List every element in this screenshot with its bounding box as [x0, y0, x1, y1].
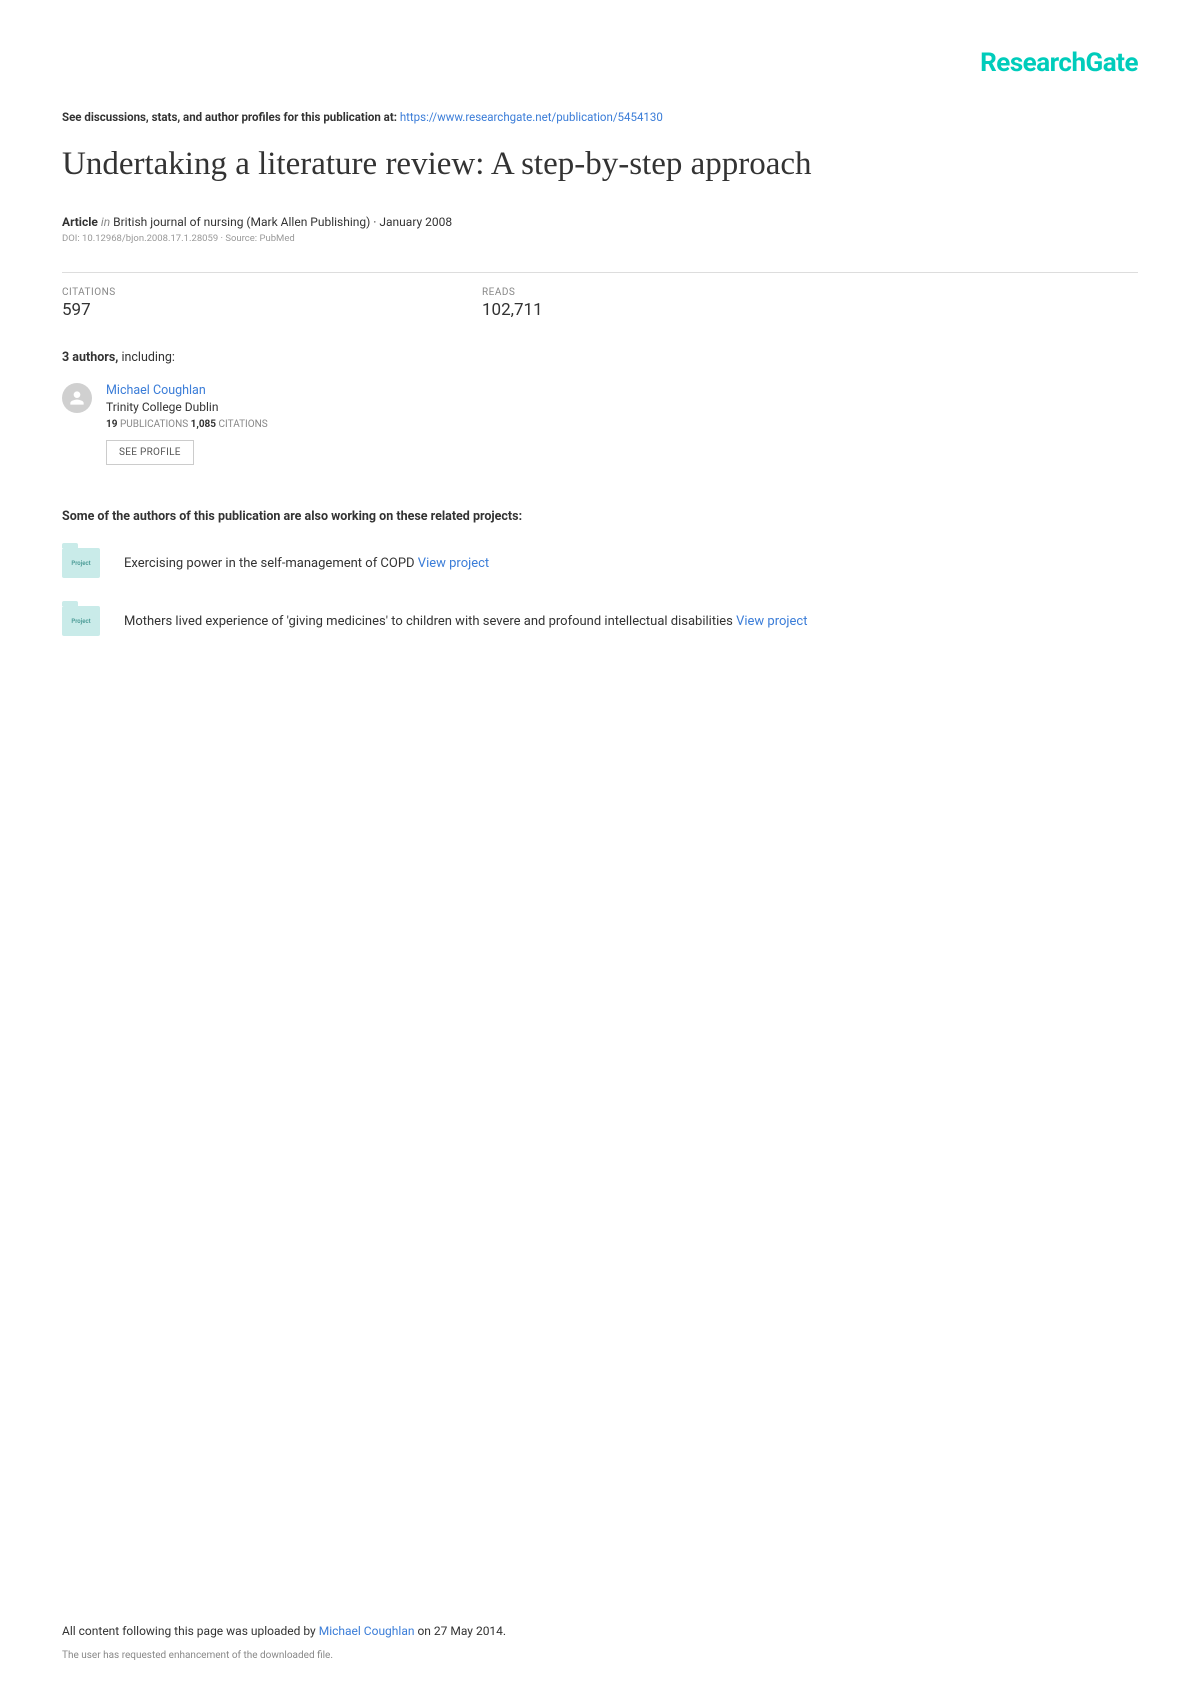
article-type: Article [62, 215, 98, 229]
author-details: Michael Coughlan Trinity College Dublin … [106, 383, 268, 465]
author-name-link[interactable]: Michael Coughlan [106, 383, 268, 398]
publications-label: PUBLICATIONS [117, 419, 190, 430]
reads-label: READS [482, 287, 902, 298]
citations-block: CITATIONS 597 [62, 287, 482, 320]
page-content: See discussions, stats, and author profi… [0, 0, 1200, 636]
citations-value: 597 [62, 300, 482, 320]
view-project-link[interactable]: View project [736, 614, 807, 629]
project-text: Exercising power in the self-management … [124, 556, 489, 571]
footer-upload-info: All content following this page was uplo… [62, 1624, 1138, 1638]
article-in: in [101, 215, 110, 229]
authors-including: including: [118, 350, 175, 365]
project-text: Mothers lived experience of 'giving medi… [124, 614, 807, 629]
citations-label: CITATIONS [216, 419, 268, 430]
researchgate-logo: ResearchGate [980, 48, 1138, 78]
authors-count: 3 authors, [62, 350, 118, 365]
view-project-link[interactable]: View project [418, 556, 489, 571]
footer-enhancement-note: The user has requested enhancement of th… [62, 1650, 1138, 1661]
project-icon-label: Project [71, 618, 90, 625]
reads-value: 102,711 [482, 300, 902, 320]
project-folder-icon[interactable]: Project [62, 548, 100, 578]
discussion-prefix: See discussions, stats, and author profi… [62, 110, 400, 124]
project-icon-label: Project [71, 560, 90, 567]
publication-title: Undertaking a literature review: A step-… [62, 146, 1138, 183]
reads-block: READS 102,711 [482, 287, 902, 320]
article-meta: Article in British journal of nursing (M… [62, 215, 1138, 229]
author-stats: 19 PUBLICATIONS 1,085 CITATIONS [106, 419, 268, 430]
see-profile-button[interactable]: SEE PROFILE [106, 440, 194, 465]
citations-num: 1,085 [191, 419, 216, 430]
footer-prefix: All content following this page was uplo… [62, 1624, 319, 1638]
project-description: Exercising power in the self-management … [124, 556, 418, 571]
publication-url-link[interactable]: https://www.researchgate.net/publication… [400, 110, 663, 124]
author-affiliation: Trinity College Dublin [106, 400, 268, 414]
project-row: Project Mothers lived experience of 'giv… [62, 606, 1138, 636]
stats-row: CITATIONS 597 READS 102,711 [62, 273, 1138, 350]
publications-num: 19 [106, 419, 117, 430]
person-icon [67, 388, 87, 408]
discussion-line: See discussions, stats, and author profi… [62, 110, 1138, 124]
doi-line: DOI: 10.12968/bjon.2008.17.1.28059 · Sou… [62, 233, 1138, 244]
related-projects-heading: Some of the authors of this publication … [62, 509, 1138, 524]
footer-author-link[interactable]: Michael Coughlan [319, 1624, 415, 1638]
project-description: Mothers lived experience of 'giving medi… [124, 614, 736, 629]
citations-label: CITATIONS [62, 287, 482, 298]
footer-suffix: on 27 May 2014. [414, 1624, 506, 1638]
author-block: Michael Coughlan Trinity College Dublin … [62, 383, 1138, 465]
article-journal: British journal of nursing (Mark Allen P… [113, 215, 452, 229]
authors-line: 3 authors, including: [62, 350, 1138, 365]
footer: All content following this page was uplo… [62, 1624, 1138, 1661]
author-avatar[interactable] [62, 383, 92, 413]
project-row: Project Exercising power in the self-man… [62, 548, 1138, 578]
project-folder-icon[interactable]: Project [62, 606, 100, 636]
